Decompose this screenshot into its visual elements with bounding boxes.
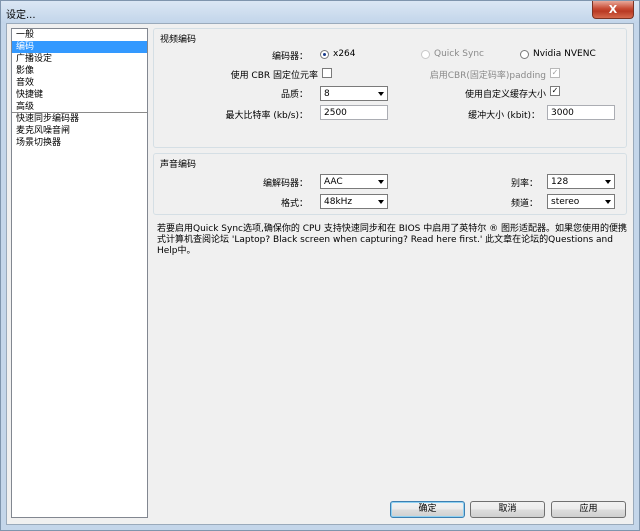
encoder-x264-radio[interactable] xyxy=(320,50,329,59)
sidebar-item-advanced[interactable]: 高级 xyxy=(12,101,147,113)
sidebar-item-scene-switcher[interactable]: 场景切换器 xyxy=(12,137,147,149)
client-area: 一般 编码 广播设定 影像 音效 快捷键 高级 快速同步编码器 麦克风噪音闸 场… xyxy=(6,23,634,525)
close-button[interactable]: X xyxy=(592,1,634,19)
cancel-button[interactable]: 取消 xyxy=(470,501,545,518)
cbr-padding-label: 启用CBR(固定码率)padding xyxy=(429,71,546,81)
encoding-panel: 视频编码 编码器： x264 Quick Sync Nvidia NVENC 使… xyxy=(153,28,629,518)
sidebar-item-noise-gate[interactable]: 麦克风噪音闸 xyxy=(12,125,147,137)
video-group-label: 视频编码 xyxy=(160,35,197,45)
sidebar-item-hotkeys[interactable]: 快捷键 xyxy=(12,89,147,101)
chevron-down-icon xyxy=(378,180,384,184)
chevron-down-icon xyxy=(378,92,384,96)
sidebar-item-quicksync[interactable]: 快速同步编码器 xyxy=(12,113,147,125)
close-icon: X xyxy=(608,3,618,16)
audio-encoding-group: 声音编码 编解码器： AAC 别率： 128 格式： 48kHz 频道： ste… xyxy=(153,153,627,215)
encoder-label: 编码器： xyxy=(271,52,308,62)
quality-select[interactable]: 8 xyxy=(320,86,388,101)
sidebar-item-audio[interactable]: 音效 xyxy=(12,77,147,89)
sidebar-item-general[interactable]: 一般 xyxy=(12,29,147,41)
title-bar: 设定... X xyxy=(1,1,639,23)
encoder-quicksync-radio[interactable] xyxy=(421,50,430,59)
max-bitrate-label: 最大比特率 (kb/s)： xyxy=(225,111,308,121)
cbr-padding-checkbox[interactable]: ✓ xyxy=(550,68,560,78)
codec-select[interactable]: AAC xyxy=(320,174,388,189)
codec-label: 编解码器： xyxy=(262,179,308,189)
chevron-down-icon xyxy=(605,180,611,184)
codec-value: AAC xyxy=(324,177,343,187)
format-value: 48kHz xyxy=(324,197,353,207)
settings-category-list[interactable]: 一般 编码 广播设定 影像 音效 快捷键 高级 快速同步编码器 麦克风噪音闸 场… xyxy=(11,28,148,518)
channel-value: stereo xyxy=(551,197,580,207)
audio-group-label: 声音编码 xyxy=(160,160,197,170)
window-title: 设定... xyxy=(6,10,36,21)
chevron-down-icon xyxy=(378,200,384,204)
apply-button[interactable]: 应用 xyxy=(551,501,626,518)
custom-buffer-checkbox[interactable]: ✓ xyxy=(550,86,560,96)
settings-window: 设定... X 一般 编码 广播设定 影像 音效 快捷键 高级 快速同步编码器 … xyxy=(0,0,640,531)
format-select[interactable]: 48kHz xyxy=(320,194,388,209)
ok-button[interactable]: 确定 xyxy=(390,501,465,518)
video-encoding-group: 视频编码 编码器： x264 Quick Sync Nvidia NVENC 使… xyxy=(153,28,627,148)
audio-bitrate-select[interactable]: 128 xyxy=(547,174,615,189)
audio-bitrate-label: 别率： xyxy=(510,179,538,189)
audio-bitrate-value: 128 xyxy=(551,177,569,187)
custom-buffer-label: 使用自定义缓存大小 xyxy=(464,90,546,100)
sidebar-item-encoding[interactable]: 编码 xyxy=(12,41,147,53)
sidebar-item-broadcast[interactable]: 广播设定 xyxy=(12,53,147,65)
chevron-down-icon xyxy=(605,200,611,204)
channel-select[interactable]: stereo xyxy=(547,194,615,209)
cbr-checkbox[interactable] xyxy=(322,68,332,78)
quicksync-help-note: 若要启用Quick Sync选项,确保你的 CPU 支持快速同步和在 BIOS … xyxy=(157,224,627,256)
channel-label: 频道： xyxy=(510,199,538,209)
format-label: 格式： xyxy=(280,199,308,209)
cbr-label: 使用 CBR 固定位元率 xyxy=(230,71,318,81)
quality-value: 8 xyxy=(324,89,330,99)
encoder-nvenc-radio[interactable] xyxy=(520,50,529,59)
buffer-size-input[interactable]: 3000 xyxy=(547,105,615,120)
max-bitrate-input[interactable]: 2500 xyxy=(320,105,388,120)
sidebar-item-video[interactable]: 影像 xyxy=(12,65,147,77)
encoder-quicksync-label: Quick Sync xyxy=(434,49,485,59)
encoder-x264-label: x264 xyxy=(333,49,356,59)
encoder-nvenc-label: Nvidia NVENC xyxy=(533,49,596,59)
buffer-size-label: 缓冲大小 (kbit)： xyxy=(468,111,540,121)
quality-label: 品质： xyxy=(280,90,308,100)
